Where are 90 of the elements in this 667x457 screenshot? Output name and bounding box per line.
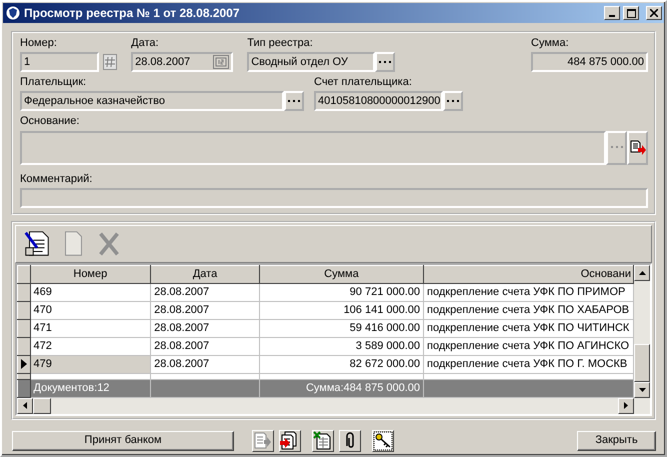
table-cell: подкрепление счета УФК ПО ПРИМОР	[424, 283, 634, 302]
table-cell: 479	[30, 355, 151, 374]
row-indicator[interactable]	[18, 301, 30, 320]
basis-field[interactable]	[20, 130, 606, 165]
field-label: Номер:	[20, 37, 58, 50]
document-arrow-icon	[253, 430, 273, 451]
table-cell: подкрепление счета УФК ПО ЧИТИНСК	[424, 319, 634, 338]
maximize-icon	[626, 8, 636, 18]
date-value: 28.08.2007	[135, 56, 190, 69]
ellipsis-button[interactable]	[375, 52, 396, 72]
table-cell: 469	[30, 283, 151, 302]
table-cell: подкрепление счета УФК ПО Г. МОСКВ	[424, 355, 634, 374]
table-cell: 471	[30, 319, 151, 338]
table-cell: 28.08.2007	[150, 319, 260, 338]
ellipsis-button[interactable]	[443, 91, 463, 112]
table-cell: 82 672 000.00	[259, 355, 424, 374]
scroll-up-button[interactable]	[634, 264, 650, 281]
table-cell: 106 141 000.00	[259, 301, 424, 320]
field-label: Комментарий:	[20, 172, 94, 186]
number-field[interactable]: 1	[20, 52, 99, 72]
maximize-button[interactable]	[623, 6, 639, 20]
scroll-left-button[interactable]	[17, 398, 33, 414]
spreadsheet-icon	[313, 430, 333, 451]
table-cell: подкрепление счета УФК ПО ХАБАРОВ	[424, 301, 634, 320]
field-label: Сумма:	[531, 37, 570, 50]
table-cell: 3 589 000.00	[259, 337, 424, 356]
table-cell: 59 416 000.00	[259, 319, 424, 338]
hash-icon	[103, 54, 117, 70]
close-icon	[650, 9, 658, 17]
table-cell: 28.08.2007	[150, 283, 260, 302]
scroll-thumb[interactable]	[634, 344, 650, 382]
scroll-thumb[interactable]	[33, 398, 51, 414]
right-arrow-icon	[624, 402, 628, 410]
attach-button[interactable]	[339, 430, 361, 452]
column-header[interactable]: Дата	[150, 265, 260, 284]
column-header[interactable]: Номер	[30, 265, 151, 284]
row-pointer-icon	[20, 359, 27, 370]
key-icon	[373, 430, 393, 451]
sum-field[interactable]: 484 875 000.00	[531, 52, 648, 72]
total-sum: Сумма:484 875 000.00	[259, 379, 424, 398]
minimize-button[interactable]	[604, 6, 620, 20]
row-indicator[interactable]	[18, 319, 30, 338]
vertical-scrollbar[interactable]	[634, 264, 650, 398]
excel-button[interactable]	[312, 430, 334, 452]
payer-field[interactable]: Федеральное казначейство	[20, 91, 284, 112]
up-arrow-icon	[638, 270, 646, 275]
keys-button[interactable]	[372, 430, 394, 452]
ellipsis-icon	[610, 146, 622, 150]
ellipsis-icon	[447, 100, 460, 103]
header-corner	[18, 265, 30, 284]
date-field[interactable]: 28.08.2007	[131, 52, 234, 72]
calendar-icon	[213, 55, 230, 70]
table-cell: подкрепление счета УФК ПО АГИНСКО	[424, 337, 634, 356]
payer-account-field[interactable]: 40105810800000012900	[314, 91, 444, 112]
field-label: Дата:	[131, 37, 160, 50]
shield-icon	[5, 5, 21, 21]
left-arrow-icon	[23, 402, 27, 410]
table-cell: 470	[30, 301, 151, 320]
comment-field[interactable]	[20, 188, 648, 208]
column-header[interactable]: Сумма	[259, 265, 424, 284]
ellipsis-icon	[288, 100, 300, 103]
scroll-down-button[interactable]	[634, 382, 650, 398]
scroll-right-button[interactable]	[618, 398, 634, 414]
table-cell: 90 721 000.00	[259, 283, 424, 302]
table-cell: 28.08.2007	[150, 355, 260, 374]
field-label: Счет плательщика:	[314, 76, 413, 90]
accept-button[interactable]: Принят банком	[12, 430, 234, 451]
row-indicator[interactable]	[18, 337, 30, 356]
registry-type-field[interactable]: Сводный отдел ОУ	[247, 52, 376, 72]
horizontal-scrollbar[interactable]	[17, 398, 650, 414]
close-dialog-button[interactable]: Закрыть	[577, 430, 656, 451]
document-arrow-icon	[630, 140, 646, 156]
field-label: Тип реестра:	[247, 37, 314, 50]
row-indicator[interactable]	[18, 283, 30, 302]
row-indicator[interactable]	[18, 355, 30, 374]
insert-button[interactable]	[627, 130, 648, 165]
document-count: Документов:12	[30, 379, 151, 398]
table-cell: 472	[30, 337, 151, 356]
ellipsis-icon	[379, 60, 392, 64]
window-title: Просмотр реестра № 1 от 28.08.2007	[24, 6, 241, 20]
field-label: Основание:	[20, 115, 80, 129]
import-button[interactable]	[279, 430, 301, 452]
field-label: Плательщик:	[20, 76, 88, 90]
table-cell: 28.08.2007	[150, 301, 260, 320]
ellipsis-button[interactable]	[284, 91, 304, 112]
down-arrow-icon	[638, 388, 646, 392]
row-indicator[interactable]	[18, 379, 30, 398]
table-cell: 28.08.2007	[150, 337, 260, 356]
close-button[interactable]	[646, 6, 662, 20]
column-header[interactable]: Основани	[424, 265, 634, 284]
